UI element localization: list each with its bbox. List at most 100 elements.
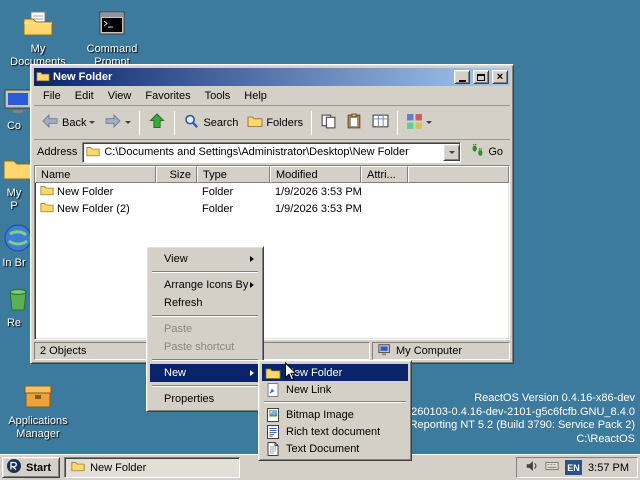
window-title: New Folder (53, 71, 112, 83)
clock[interactable]: 3:57 PM (588, 462, 629, 474)
menu-file[interactable]: File (36, 88, 68, 104)
desktop-background[interactable]: My Documents Command Prompt Co My P In B… (0, 0, 640, 480)
folders-button[interactable]: Folders (243, 110, 307, 135)
menu-edit[interactable]: Edit (68, 88, 101, 104)
desktop-icon-partial-3[interactable]: In Br (2, 222, 32, 270)
file-modified: 1/9/2026 3:53 PM (270, 186, 410, 198)
menu-view[interactable]: View (101, 88, 139, 104)
language-indicator[interactable]: EN (565, 460, 582, 475)
context-menu-item-properties[interactable]: Properties (150, 390, 260, 408)
copy-icon (320, 113, 337, 133)
go-button[interactable]: Go (466, 141, 507, 163)
folders-icon (247, 113, 263, 132)
submenu-item-text-document[interactable]: Text Document (262, 440, 408, 457)
up-button[interactable] (144, 109, 170, 136)
toolbar-separator (139, 111, 140, 135)
toolbar-separator (311, 111, 312, 135)
address-dropdown-button[interactable] (443, 144, 460, 161)
menu-tools[interactable]: Tools (198, 88, 238, 104)
copy-to-button[interactable] (316, 110, 341, 136)
views-icon (406, 113, 423, 133)
menu-separator (152, 359, 258, 361)
toolbar: Back Search Folders (34, 105, 510, 139)
clipboard-icon (346, 113, 363, 133)
folder-options-button[interactable] (368, 110, 393, 136)
back-button[interactable]: Back (37, 109, 99, 136)
file-row[interactable]: New Folder (2) Folder 1/9/2026 3:53 PM (35, 200, 509, 217)
minimize-icon (459, 80, 466, 82)
column-header-name[interactable]: Name (35, 166, 156, 183)
context-menu-item-new[interactable]: New (150, 364, 260, 382)
start-label: Start (26, 462, 51, 474)
keyboard-layout-icon[interactable] (545, 459, 559, 476)
search-button[interactable]: Search (179, 110, 242, 136)
maximize-button[interactable] (473, 70, 489, 84)
new-folder-icon (265, 365, 281, 381)
rich-text-icon (265, 424, 281, 440)
desktop-icon-label: Re (2, 317, 26, 330)
context-menu-item-arrange-icons-by[interactable]: Arrange Icons By (150, 276, 260, 294)
context-menu-item-refresh[interactable]: Refresh (150, 294, 260, 312)
submenu-item-bitmap-image[interactable]: Bitmap Image (262, 406, 408, 423)
desktop-icon-label: Applications Manager (2, 415, 74, 441)
menu-item-label: Properties (164, 393, 214, 405)
desktop-icon-label: In Br (2, 257, 26, 270)
system-tray: EN 3:57 PM (516, 457, 638, 478)
toolbar-separator (174, 111, 175, 135)
views-button[interactable] (402, 110, 436, 136)
forward-button[interactable] (100, 109, 135, 136)
status-bar: 2 Objects My Computer (34, 342, 510, 360)
forward-dropdown-caret (125, 121, 131, 124)
address-combo[interactable]: C:\Documents and Settings\Administrator\… (82, 142, 461, 163)
desktop-icon-partial-4[interactable]: Re (2, 282, 32, 330)
desktop-icon-partial-2[interactable]: My P (2, 152, 32, 213)
folders-label: Folders (266, 117, 303, 129)
menu-help[interactable]: Help (237, 88, 274, 104)
menu-bar: File Edit View Favorites Tools Help (34, 86, 510, 105)
desktop-icon-command-prompt[interactable]: Command Prompt (76, 8, 148, 69)
address-bar: Address C:\Documents and Settings\Admini… (34, 139, 510, 164)
column-header-attributes[interactable]: Attri... (361, 166, 408, 183)
close-button[interactable]: × (492, 70, 508, 84)
desktop-icon-partial-1[interactable]: Co (2, 85, 32, 133)
menu-item-label: View (164, 253, 188, 265)
version-line: Reporting NT 5.2 (Build 3790: Service Pa… (399, 419, 635, 433)
minimize-button[interactable] (454, 70, 470, 84)
menu-item-label: Arrange Icons By (164, 279, 248, 291)
folder-icon (40, 183, 54, 200)
menu-separator (152, 315, 258, 317)
submenu-arrow-icon (250, 370, 254, 376)
up-arrow-icon (148, 112, 166, 133)
window-titlebar[interactable]: New Folder × (34, 68, 510, 86)
file-type: Folder (197, 203, 270, 215)
desktop-icon-applications-manager[interactable]: Applications Manager (2, 380, 74, 441)
file-row[interactable]: New Folder Folder 1/9/2026 3:53 PM (35, 183, 509, 200)
column-header-size[interactable]: Size (156, 166, 197, 183)
applications-manager-icon (22, 380, 54, 412)
bitmap-image-icon (265, 407, 281, 423)
search-label: Search (203, 117, 238, 129)
submenu-item-rich-text-document[interactable]: Rich text document (262, 423, 408, 440)
file-type: Folder (197, 186, 270, 198)
context-menu-item-view[interactable]: View (150, 250, 260, 268)
version-line: 20260103-0.4.16-dev-2101-g5c6fcfb.GNU_8.… (399, 406, 635, 420)
menu-item-label: New (164, 367, 186, 379)
desktop-icon-my-documents[interactable]: My Documents (2, 8, 74, 69)
submenu-arrow-icon (250, 256, 254, 262)
recycle-bin-icon (2, 282, 32, 314)
start-button[interactable]: Start (2, 457, 60, 478)
taskbar-task-new-folder[interactable]: New Folder (64, 457, 240, 478)
globe-icon (2, 222, 32, 254)
menu-item-label: Refresh (164, 297, 203, 309)
address-label: Address (37, 146, 77, 158)
volume-icon[interactable] (525, 459, 539, 476)
menu-item-label: Bitmap Image (286, 409, 354, 421)
command-prompt-icon (96, 8, 128, 40)
column-header-type[interactable]: Type (197, 166, 270, 183)
paste-button[interactable] (342, 110, 367, 136)
back-label: Back (62, 117, 86, 129)
menu-favorites[interactable]: Favorites (138, 88, 197, 104)
folder-icon (40, 200, 54, 217)
maximize-icon (477, 74, 485, 81)
column-header-modified[interactable]: Modified (270, 166, 361, 183)
